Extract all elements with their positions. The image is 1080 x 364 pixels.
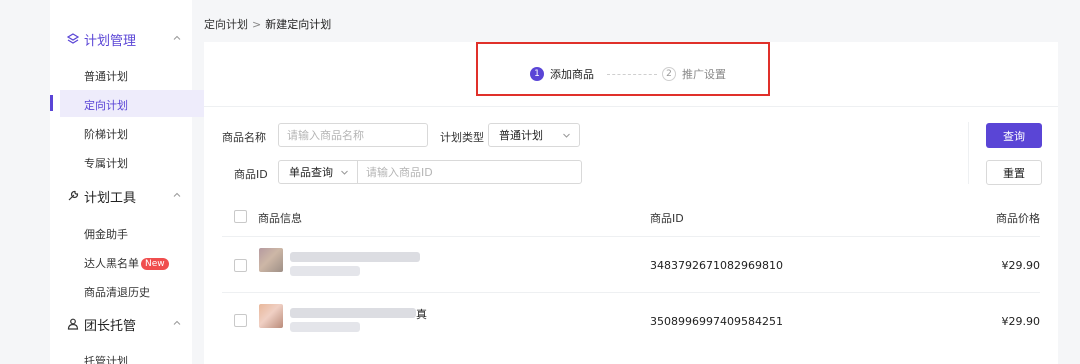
sidebar: 计划管理 普通计划 定向计划 阶梯计划 专属计划 计划工具 佣金助手 达人黑名单…: [50, 0, 237, 364]
row-divider: [222, 292, 1040, 293]
blurred-product-title: [290, 266, 360, 276]
reset-button[interactable]: 重置: [986, 160, 1042, 185]
product-thumbnail: [259, 248, 283, 272]
chevron-down-icon: [341, 170, 348, 175]
sidebar-item-targeted-plan[interactable]: 定向计划: [84, 97, 128, 113]
product-id-input[interactable]: [357, 160, 582, 184]
active-item-indicator: [50, 95, 53, 111]
breadcrumb-current: 新建定向计划: [265, 18, 332, 31]
sidebar-item-exclusive-plan[interactable]: 专属计划: [84, 155, 128, 171]
step-add-products: 1 添加商品: [530, 66, 594, 82]
product-title-tail: 真: [416, 308, 427, 321]
product-name-label: 商品名称: [222, 131, 266, 144]
sidebar-item-product-removal-history[interactable]: 商品清退历史: [84, 284, 150, 300]
sidebar-item-label: 达人黑名单: [84, 257, 139, 270]
row-checkbox[interactable]: [234, 259, 247, 272]
price-cell: ¥29.90: [1001, 259, 1041, 272]
sidebar-item-commission-assistant[interactable]: 佣金助手: [84, 226, 128, 242]
id-query-mode-value: 单品查询: [289, 166, 333, 179]
column-header-product-info: 商品信息: [258, 212, 302, 225]
blurred-product-title: [290, 252, 420, 262]
sidebar-item-talent-blacklist[interactable]: 达人黑名单 New: [84, 255, 169, 271]
sidebar-group-plan-management[interactable]: 计划管理: [50, 24, 192, 54]
product-id-cell: 3508996997409584251: [650, 315, 783, 328]
breadcrumb-separator: >: [252, 18, 262, 31]
filter-divider: [968, 122, 969, 184]
breadcrumb-parent[interactable]: 定向计划: [204, 18, 248, 31]
step-label: 添加商品: [550, 68, 594, 81]
product-name-input[interactable]: [278, 123, 428, 147]
chevron-up-icon[interactable]: [172, 33, 182, 43]
sidebar-item-tiered-plan[interactable]: 阶梯计划: [84, 126, 128, 142]
chevron-down-icon: [563, 133, 570, 138]
step-label: 推广设置: [682, 68, 726, 81]
step-number: 2: [662, 67, 676, 81]
id-query-mode-select[interactable]: 单品查询: [278, 160, 358, 184]
sidebar-item-hosted-plan[interactable]: 托管计划: [84, 353, 128, 364]
sidebar-group-plan-tools[interactable]: 计划工具: [50, 181, 192, 211]
query-button[interactable]: 查询: [986, 123, 1042, 148]
blurred-product-title: [290, 322, 360, 332]
step-number: 1: [530, 67, 544, 81]
plan-type-select[interactable]: 普通计划: [488, 123, 580, 147]
plan-type-value: 普通计划: [499, 129, 543, 142]
plan-type-label: 计划类型: [440, 131, 484, 144]
sidebar-item-normal-plan[interactable]: 普通计划: [84, 68, 128, 84]
chevron-up-icon[interactable]: [172, 318, 182, 328]
row-checkbox[interactable]: [234, 314, 247, 327]
team-icon: [67, 318, 79, 330]
chevron-up-icon[interactable]: [172, 190, 182, 200]
new-badge: New: [141, 258, 169, 270]
divider: [204, 106, 1058, 107]
blurred-product-title: [290, 308, 416, 318]
row-divider: [222, 236, 1040, 237]
sidebar-group-label: 计划工具: [84, 190, 137, 206]
sidebar-group-team-hosting[interactable]: 团长托管: [50, 309, 192, 339]
select-all-checkbox[interactable]: [234, 210, 247, 223]
main-panel: 1 添加商品 2 推广设置 商品名称 计划类型 普通计划 商品ID 单品查询 查…: [204, 42, 1058, 364]
price-cell: ¥29.90: [1001, 315, 1041, 328]
tools-icon: [68, 190, 79, 201]
step-promotion-settings: 2 推广设置: [662, 66, 726, 82]
step-connector: [607, 74, 657, 75]
product-id-cell: 3483792671082969810: [650, 259, 783, 272]
product-id-label: 商品ID: [234, 168, 268, 181]
sidebar-group-label: 计划管理: [84, 33, 137, 49]
column-header-product-id: 商品ID: [650, 212, 684, 225]
breadcrumb: 定向计划 > 新建定向计划: [204, 16, 331, 32]
layers-icon: [66, 33, 80, 44]
product-thumbnail: [259, 304, 283, 328]
column-header-price: 商品价格: [996, 212, 1040, 225]
sidebar-group-label: 团长托管: [84, 318, 137, 334]
